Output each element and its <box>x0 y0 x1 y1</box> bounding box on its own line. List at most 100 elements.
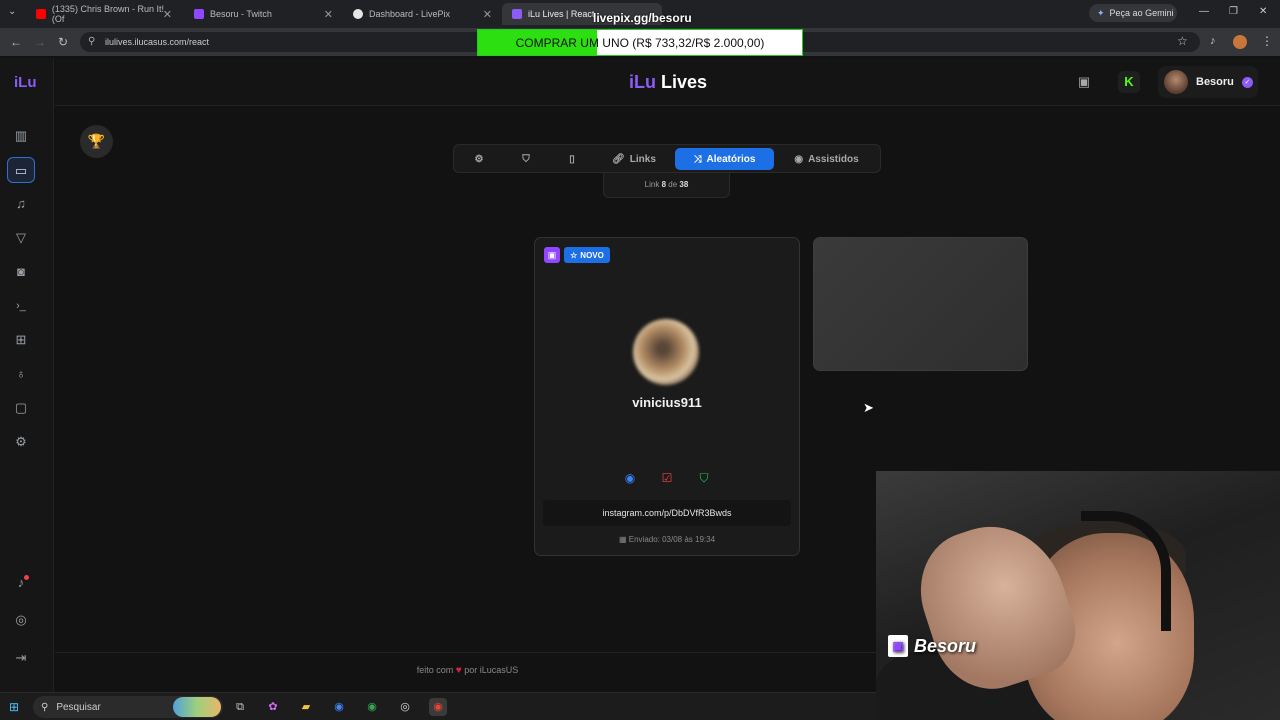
task-view-icon[interactable]: ⧉ <box>231 698 249 716</box>
url-text[interactable]: ilulives.ilucasus.com/react <box>105 37 209 47</box>
ilu-favicon-icon <box>512 9 522 19</box>
link-icon: 🔗︎ <box>612 153 625 165</box>
help-icon[interactable]: ◎ <box>13 612 29 628</box>
search-highlight-image <box>173 697 221 717</box>
youtube-favicon-icon <box>36 9 46 19</box>
tab-links[interactable]: 🔗︎ Links <box>604 148 664 170</box>
close-tab-icon[interactable]: ✕ <box>163 8 172 21</box>
webcam-overlay: ▣ Besoru <box>876 471 1280 720</box>
reload-icon[interactable]: ↻ <box>58 35 68 49</box>
tablet-tab-icon[interactable]: ▯ <box>561 148 583 170</box>
trophy-icon[interactable]: 🏆 <box>80 125 113 158</box>
close-tab-icon[interactable]: ✕ <box>483 8 492 21</box>
twitch-icon: ▣ <box>544 247 560 263</box>
tab-title: iLu Lives | React <box>528 9 595 19</box>
profile-avatar-icon[interactable] <box>1233 35 1247 49</box>
sent-at: ▦ Enviado: 03/08 às 19:34 <box>535 535 799 544</box>
sent-at-text: Enviado: 03/08 às 19:34 <box>628 535 716 544</box>
tab-title: Besoru - Twitch <box>210 9 272 19</box>
chat-icon[interactable]: ▢ <box>13 400 29 416</box>
browser-tab-youtube[interactable]: (1335) Chris Brown - Run It! (Of ✕ <box>26 3 178 25</box>
new-badge-label: NOVO <box>580 250 604 260</box>
tab-random[interactable]: ⤨ Aleatórios <box>675 148 774 170</box>
close-window-icon[interactable]: ✕ <box>1259 6 1267 17</box>
settings-icon[interactable]: ⚙ <box>13 434 29 450</box>
menu-kebab-icon[interactable]: ⋮ <box>1261 34 1273 48</box>
tab-watched-label: Assistidos <box>808 153 859 165</box>
forward-icon[interactable]: → <box>34 35 46 49</box>
view-eye-icon[interactable]: ◉ <box>622 470 638 486</box>
camera-icon[interactable]: ◙ <box>13 264 29 280</box>
shuffle-icon: ⤨ <box>693 153 702 165</box>
restore-icon[interactable]: ❐ <box>1229 6 1238 17</box>
tab-title: (1335) Chris Brown - Run It! (Of <box>51 4 164 24</box>
search-icon: ⚲ <box>41 701 49 713</box>
link-card: ▣ ☆ NOVO vinicius911 ◉ ☑ ⛉ instagram.com… <box>534 237 800 556</box>
user-name: Besoru <box>1196 76 1234 88</box>
logout-icon[interactable]: ⇥ <box>13 650 29 666</box>
close-tab-icon[interactable]: ✕ <box>324 8 333 21</box>
kick-icon[interactable]: K <box>1118 71 1140 93</box>
sender-username: vinicius911 <box>632 395 702 410</box>
brand-lives: Lives <box>661 72 708 92</box>
minimize-icon[interactable]: — <box>1199 6 1209 17</box>
chrome-dev-icon[interactable]: ◎ <box>396 698 414 716</box>
media-icon[interactable]: ♪ <box>1210 35 1216 47</box>
browser-tab-twitch[interactable]: Besoru - Twitch ✕ <box>184 3 339 25</box>
shield-icon[interactable]: ⛉ <box>696 470 712 486</box>
tab-search-icon[interactable]: ⌄ <box>8 6 16 17</box>
counter-sep: de <box>668 180 678 189</box>
footer-by: por iLucasUS <box>464 665 519 675</box>
gemini-icon: ✦ <box>1097 7 1105 18</box>
browser-tab-livepix[interactable]: Dashboard - LivePix ✕ <box>343 3 498 25</box>
taskbar-search-label: Pesquisar <box>56 701 101 713</box>
ilu-logo[interactable]: iLu <box>14 74 37 91</box>
donation-goal-text: COMPRAR UM UNO (R$ 733,32/R$ 2.000,00) <box>515 35 765 50</box>
tab-links-label: Links <box>629 153 656 165</box>
mark-checkbox-icon[interactable]: ☑ <box>659 470 675 486</box>
stats-icon[interactable]: ▥ <box>13 128 29 144</box>
counter-current: 8 <box>661 180 667 189</box>
site-info-icon[interactable]: ⚲ <box>88 36 95 47</box>
brand-ilu: iLu <box>629 72 656 92</box>
avatar <box>1164 70 1188 94</box>
twitch-favicon-icon <box>194 9 204 19</box>
gemini-label: Peça ao Gemini <box>1109 8 1174 18</box>
gift-icon[interactable]: ⊞ <box>13 332 29 348</box>
chrome-profile-icon[interactable]: ◉ <box>330 698 348 716</box>
monitor-icon[interactable]: ▭ <box>7 157 35 183</box>
shield-tab-icon[interactable]: ⛉ <box>515 148 537 170</box>
sender-avatar <box>633 319 699 385</box>
copilot-icon[interactable]: ✿ <box>264 698 282 716</box>
footer-divider <box>55 652 877 653</box>
windows-taskbar: ⊞ ⚲ Pesquisar ⧉ ✿ ▰ ◉ ◉ ◎ ◉ <box>0 692 876 720</box>
brand-logo: iLu Lives <box>629 72 707 93</box>
tab-watched[interactable]: ◉ Assistidos <box>784 148 869 170</box>
settings-tab-icon[interactable]: ⚙ <box>468 148 490 170</box>
next-card-placeholder <box>813 237 1028 371</box>
streamer-name: Besoru <box>914 635 977 656</box>
tab-random-label: Aleatórios <box>706 153 756 165</box>
bell-icon[interactable]: ♪ <box>13 575 29 591</box>
taskbar-search[interactable]: ⚲ Pesquisar <box>33 696 223 718</box>
user-menu[interactable]: Besoru ✓ <box>1158 66 1258 98</box>
app-sidebar: iLu ▥ ▭ ♫ ▽ ◙ ›_ ⊞ ♁ ▢ ⚙ ♪ ◎ ⇥ <box>0 58 54 692</box>
chrome-icon[interactable]: ◉ <box>363 698 381 716</box>
file-explorer-icon[interactable]: ▰ <box>297 698 315 716</box>
windows-start-icon[interactable]: ⊞ <box>9 700 23 714</box>
link-counter: Link 8 de 38 <box>603 173 730 198</box>
eye-icon: ◉ <box>794 153 804 165</box>
back-icon[interactable]: ← <box>10 35 22 49</box>
award-icon[interactable]: ♁ <box>13 366 29 382</box>
filter-icon[interactable]: ▽ <box>13 230 29 246</box>
package-icon[interactable]: ▣ <box>1074 72 1094 92</box>
bookmark-star-icon[interactable]: ☆ <box>1177 34 1188 48</box>
gemini-button[interactable]: ✦ Peça ao Gemini <box>1089 4 1177 22</box>
footer-made-with: feito com <box>416 665 454 675</box>
app-header: iLu Lives ▣ K Besoru ✓ <box>55 58 1280 106</box>
music-icon[interactable]: ♫ <box>13 196 29 212</box>
link-url[interactable]: instagram.com/p/DbDVfR3Bwds <box>543 500 791 526</box>
counter-prefix: Link <box>644 180 660 189</box>
terminal-icon[interactable]: ›_ <box>13 298 29 314</box>
chrome-active-icon[interactable]: ◉ <box>429 698 447 716</box>
